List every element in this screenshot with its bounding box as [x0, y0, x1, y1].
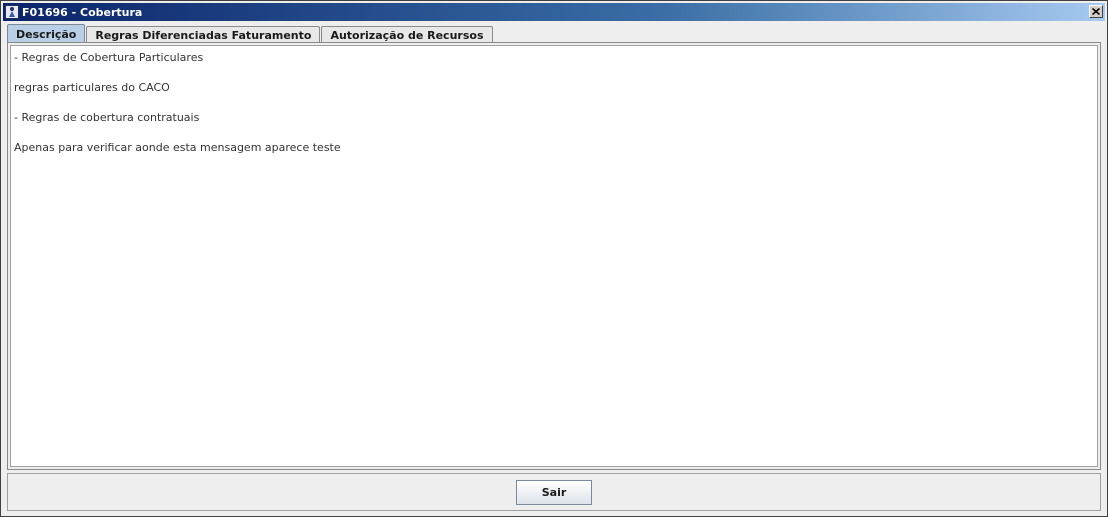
description-text-area[interactable]: - Regras de Cobertura Particulares regra… [10, 45, 1098, 467]
tab-regras-diferenciadas-faturamento[interactable]: Regras Diferenciadas Faturamento [86, 26, 321, 43]
close-button[interactable] [1089, 5, 1103, 18]
description-line: Apenas para verificar aonde esta mensage… [14, 141, 341, 154]
title-bar[interactable]: F01696 - Cobertura [3, 3, 1105, 21]
tab-descricao[interactable]: Descrição [7, 24, 86, 43]
window-title: F01696 - Cobertura [22, 5, 143, 19]
tab-strip: Descrição Regras Diferenciadas Faturamen… [7, 24, 494, 43]
description-line: - Regras de Cobertura Particulares [14, 51, 204, 64]
description-line: - Regras de cobertura contratuais [14, 111, 200, 124]
application-window: F01696 - Cobertura Descrição Regras Dife… [0, 0, 1108, 517]
tab-panel: - Regras de Cobertura Particulares regra… [7, 42, 1101, 470]
close-icon [1092, 8, 1100, 15]
description-line: regras particulares do CACO [14, 81, 170, 94]
app-window-icon [5, 5, 19, 19]
button-bar: Sair [7, 473, 1101, 511]
tab-autorizacao-de-recursos[interactable]: Autorização de Recursos [321, 26, 493, 43]
exit-button[interactable]: Sair [516, 480, 592, 505]
